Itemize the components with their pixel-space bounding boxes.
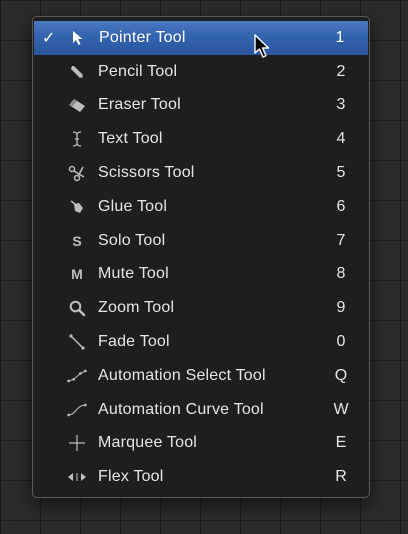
automation-curve-icon xyxy=(67,400,87,420)
shortcut-key: R xyxy=(335,468,347,486)
pencil-icon xyxy=(67,62,87,82)
mute-glyph: M xyxy=(71,266,83,283)
mute-icon: M xyxy=(67,264,87,284)
scissors-icon xyxy=(67,163,87,183)
menu-item-pointer-tool[interactable]: ✓ Pointer Tool 1 xyxy=(34,21,368,55)
menu-item-label: Zoom Tool xyxy=(98,299,175,317)
menu-item-label: Glue Tool xyxy=(98,197,168,215)
shortcut-key: 4 xyxy=(336,130,346,148)
solo-icon: S xyxy=(67,231,87,251)
fade-icon xyxy=(67,332,87,352)
shortcut-key: 0 xyxy=(336,333,346,351)
menu-item-eraser-tool[interactable]: Eraser Tool 3 xyxy=(33,89,369,123)
menu-item-label: Marquee Tool xyxy=(98,434,198,452)
menu-item-glue-tool[interactable]: Glue Tool 6 xyxy=(33,190,369,224)
checkmark-icon: ✓ xyxy=(42,29,56,47)
menu-item-label: Pencil Tool xyxy=(98,62,178,80)
menu-item-label: Mute Tool xyxy=(98,265,169,283)
text-cursor-icon xyxy=(67,129,87,149)
menu-item-label: Flex Tool xyxy=(98,468,164,486)
tool-menu: ✓ Pointer Tool 1 Pencil Tool 2 Eraser To… xyxy=(32,16,370,498)
menu-item-label: Automation Select Tool xyxy=(98,366,266,384)
menu-item-automation-select-tool[interactable]: Automation Select Tool Q xyxy=(33,359,369,393)
menu-item-label: Scissors Tool xyxy=(98,164,195,182)
menu-item-zoom-tool[interactable]: Zoom Tool 9 xyxy=(33,291,369,325)
automation-select-icon xyxy=(67,366,87,386)
menu-item-text-tool[interactable]: Text Tool 4 xyxy=(33,122,369,156)
shortcut-key: 3 xyxy=(336,96,346,114)
menu-item-scissors-tool[interactable]: Scissors Tool 5 xyxy=(33,156,369,190)
shortcut-key: 8 xyxy=(336,265,346,283)
mouse-cursor-icon xyxy=(254,34,270,58)
marquee-crosshair-icon xyxy=(67,433,87,453)
menu-item-label: Text Tool xyxy=(98,130,163,148)
menu-item-flex-tool[interactable]: Flex Tool R xyxy=(33,460,369,494)
shortcut-key: Q xyxy=(334,366,348,384)
menu-item-solo-tool[interactable]: S Solo Tool 7 xyxy=(33,224,369,258)
menu-item-marquee-tool[interactable]: Marquee Tool E xyxy=(33,427,369,461)
menu-item-automation-curve-tool[interactable]: Automation Curve Tool W xyxy=(33,393,369,427)
magnifier-icon xyxy=(67,298,87,318)
shortcut-key: W xyxy=(333,400,349,418)
shortcut-key: 9 xyxy=(336,299,346,317)
menu-item-label: Fade Tool xyxy=(98,333,170,351)
shortcut-key: 6 xyxy=(336,197,346,215)
shortcut-key: 5 xyxy=(336,164,346,182)
flex-arrows-icon xyxy=(67,467,87,487)
shortcut-key: 2 xyxy=(336,62,346,80)
solo-glyph: S xyxy=(72,232,82,249)
pointer-arrow-icon xyxy=(68,28,88,48)
glue-icon xyxy=(67,197,87,217)
menu-item-label: Pointer Tool xyxy=(99,28,186,46)
menu-item-label: Solo Tool xyxy=(98,231,166,249)
menu-item-label: Automation Curve Tool xyxy=(98,400,264,418)
menu-item-mute-tool[interactable]: M Mute Tool 8 xyxy=(33,258,369,292)
shortcut-key: E xyxy=(335,434,347,452)
menu-item-fade-tool[interactable]: Fade Tool 0 xyxy=(33,325,369,359)
menu-item-pencil-tool[interactable]: Pencil Tool 2 xyxy=(33,55,369,89)
shortcut-key: 7 xyxy=(336,231,346,249)
shortcut-key: 1 xyxy=(335,28,345,46)
menu-item-label: Eraser Tool xyxy=(98,96,181,114)
eraser-icon xyxy=(67,95,87,115)
